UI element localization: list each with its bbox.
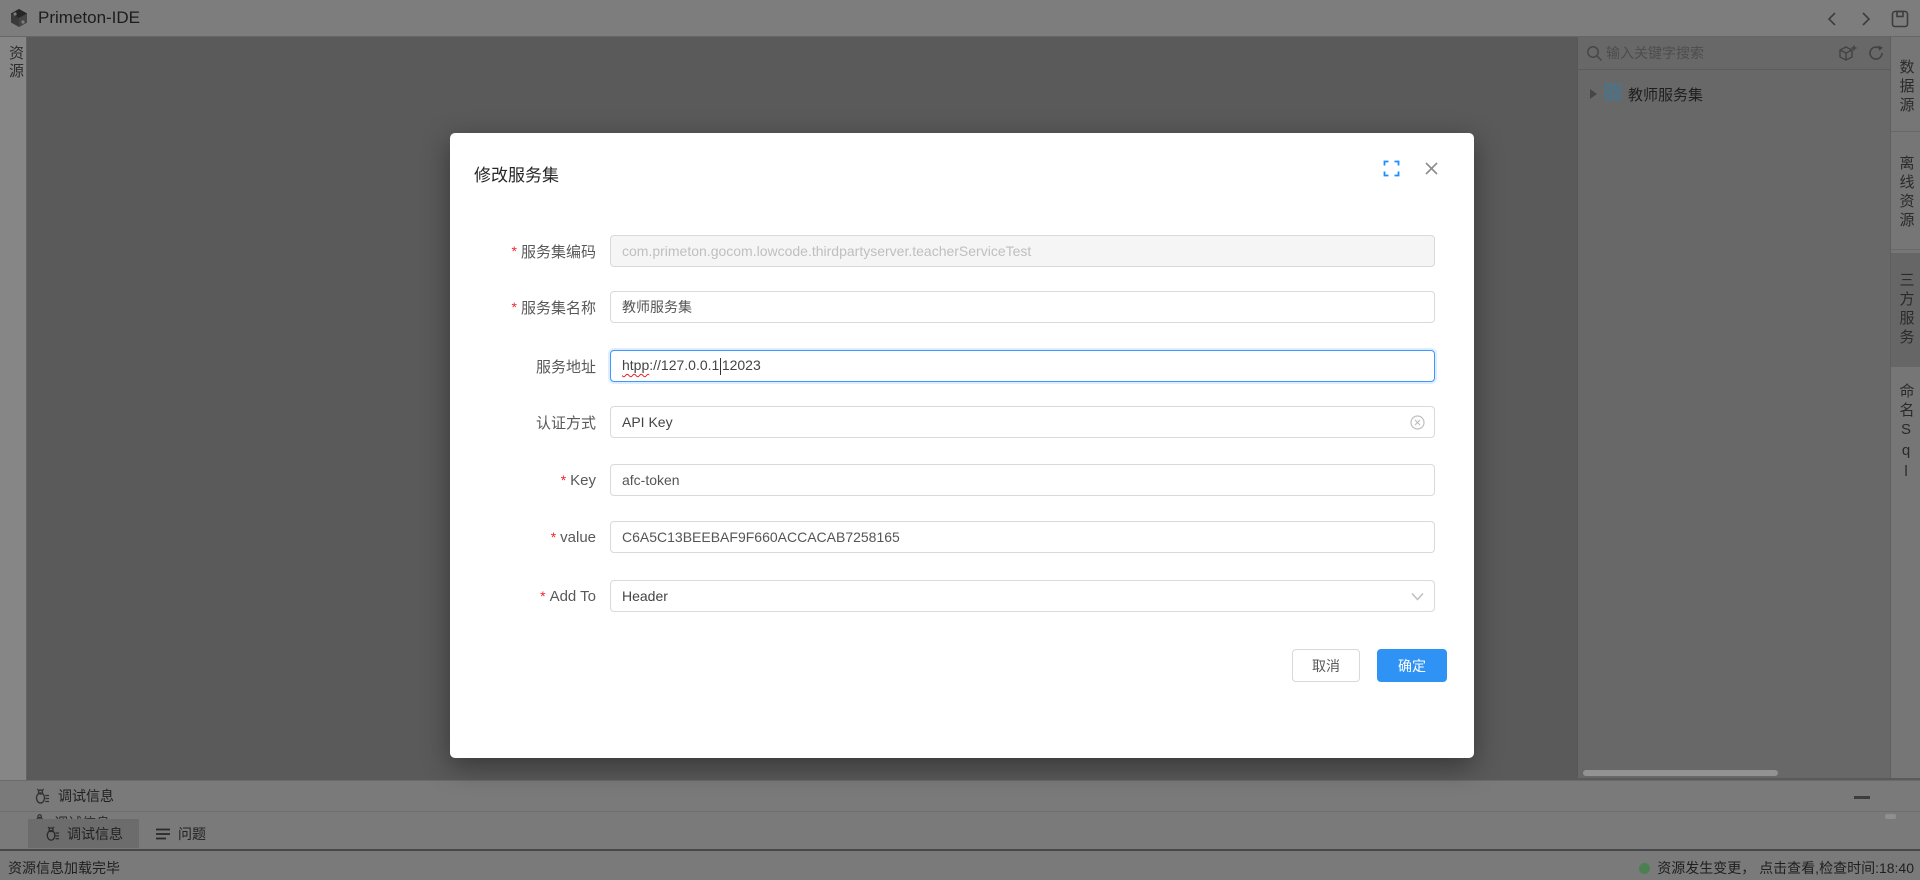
search-icon bbox=[1586, 45, 1603, 67]
auth-method-select[interactable]: API Key bbox=[610, 406, 1435, 438]
dialog-title: 修改服务集 bbox=[474, 161, 559, 186]
field-label-key: *Key bbox=[561, 464, 596, 496]
clear-icon[interactable] bbox=[1409, 414, 1425, 430]
sidebar-tab-resources[interactable]: 资源 bbox=[0, 45, 26, 81]
add-to-select[interactable]: Header bbox=[610, 580, 1435, 612]
status-bar: 资源信息加载完毕 资源发生变更， 点击查看,检查时间:18:40 bbox=[0, 849, 1920, 880]
value-input[interactable] bbox=[610, 521, 1435, 553]
field-label-value: *value bbox=[551, 521, 596, 553]
bottom-panel-tabs: 调试信息 问题 bbox=[0, 819, 1920, 848]
service-set-code-input[interactable] bbox=[610, 235, 1435, 267]
key-input[interactable] bbox=[610, 464, 1435, 496]
confirm-button[interactable]: 确定 bbox=[1377, 649, 1447, 682]
refresh-icon[interactable] bbox=[1867, 44, 1885, 68]
rail-tab-datasource[interactable]: 数据源 bbox=[1891, 47, 1920, 127]
status-dot-icon bbox=[1639, 863, 1650, 874]
service-set-name-input[interactable] bbox=[610, 291, 1435, 323]
chevron-down-icon[interactable] bbox=[1409, 588, 1425, 604]
service-address-input[interactable]: htpp://127.0.0.112023 bbox=[610, 350, 1435, 382]
save-icon[interactable] bbox=[1890, 9, 1910, 29]
cancel-button[interactable]: 取消 bbox=[1292, 649, 1360, 682]
nav-back-icon[interactable] bbox=[1822, 9, 1842, 29]
debug-info-header: 调试信息 bbox=[0, 781, 1920, 812]
service-set-icon bbox=[1604, 83, 1622, 106]
list-icon bbox=[155, 827, 171, 841]
field-label-service-set-name: *服务集名称 bbox=[512, 291, 596, 323]
add-service-set-icon[interactable] bbox=[1838, 44, 1857, 68]
rail-tab-named-sql[interactable]: 命名Sql bbox=[1891, 381, 1920, 485]
edit-service-set-dialog: 修改服务集 *服务集编码 *服务集名称 服务地址 htpp://127.0.0.… bbox=[450, 133, 1474, 758]
right-rail: 数据源 离线资源 三方服务 命名Sql bbox=[1890, 37, 1920, 778]
panel-search-row bbox=[1578, 37, 1891, 70]
fullscreen-icon[interactable] bbox=[1382, 159, 1400, 177]
bug-icon bbox=[33, 788, 50, 805]
resource-change-notice[interactable]: 资源发生变更， 点击查看,检查时间:18:40 bbox=[1639, 858, 1914, 878]
title-bar: Primeton-IDE bbox=[0, 0, 1920, 37]
left-rail: 资源 bbox=[0, 37, 27, 780]
nav-forward-icon[interactable] bbox=[1856, 9, 1876, 29]
field-label-auth-method: 认证方式 bbox=[536, 406, 596, 438]
rail-tab-third-party-services[interactable]: 三方服务 bbox=[1891, 253, 1920, 367]
tab-debug-info[interactable]: 调试信息 bbox=[28, 819, 139, 848]
app-logo-icon bbox=[8, 7, 30, 29]
third-party-service-panel: 教师服务集 bbox=[1577, 37, 1890, 778]
field-label-add-to: *Add To bbox=[540, 580, 596, 612]
close-icon[interactable] bbox=[1422, 159, 1440, 177]
bottom-panel: 调试信息 调试信息 调试信息 问题 bbox=[0, 780, 1920, 850]
status-message: 资源信息加载完毕 bbox=[8, 858, 120, 878]
field-label-service-address: 服务地址 bbox=[536, 350, 596, 382]
app-title: Primeton-IDE bbox=[38, 8, 140, 28]
bug-icon bbox=[44, 826, 60, 842]
rail-tab-offline-resources[interactable]: 离线资源 bbox=[1891, 141, 1920, 245]
horizontal-scrollbar-thumb[interactable] bbox=[1583, 770, 1778, 776]
tree-item-teacher-service-set[interactable]: 教师服务集 bbox=[1578, 81, 1891, 107]
debug-info-title: 调试信息 bbox=[58, 786, 114, 806]
expand-caret-icon[interactable] bbox=[1590, 89, 1597, 99]
tree-item-label: 教师服务集 bbox=[1628, 84, 1703, 105]
field-label-service-set-code: *服务集编码 bbox=[512, 235, 596, 267]
misspelled-text: htpp bbox=[622, 357, 649, 373]
minimize-panel-icon[interactable] bbox=[1854, 790, 1874, 804]
tab-problems[interactable]: 问题 bbox=[139, 819, 222, 848]
